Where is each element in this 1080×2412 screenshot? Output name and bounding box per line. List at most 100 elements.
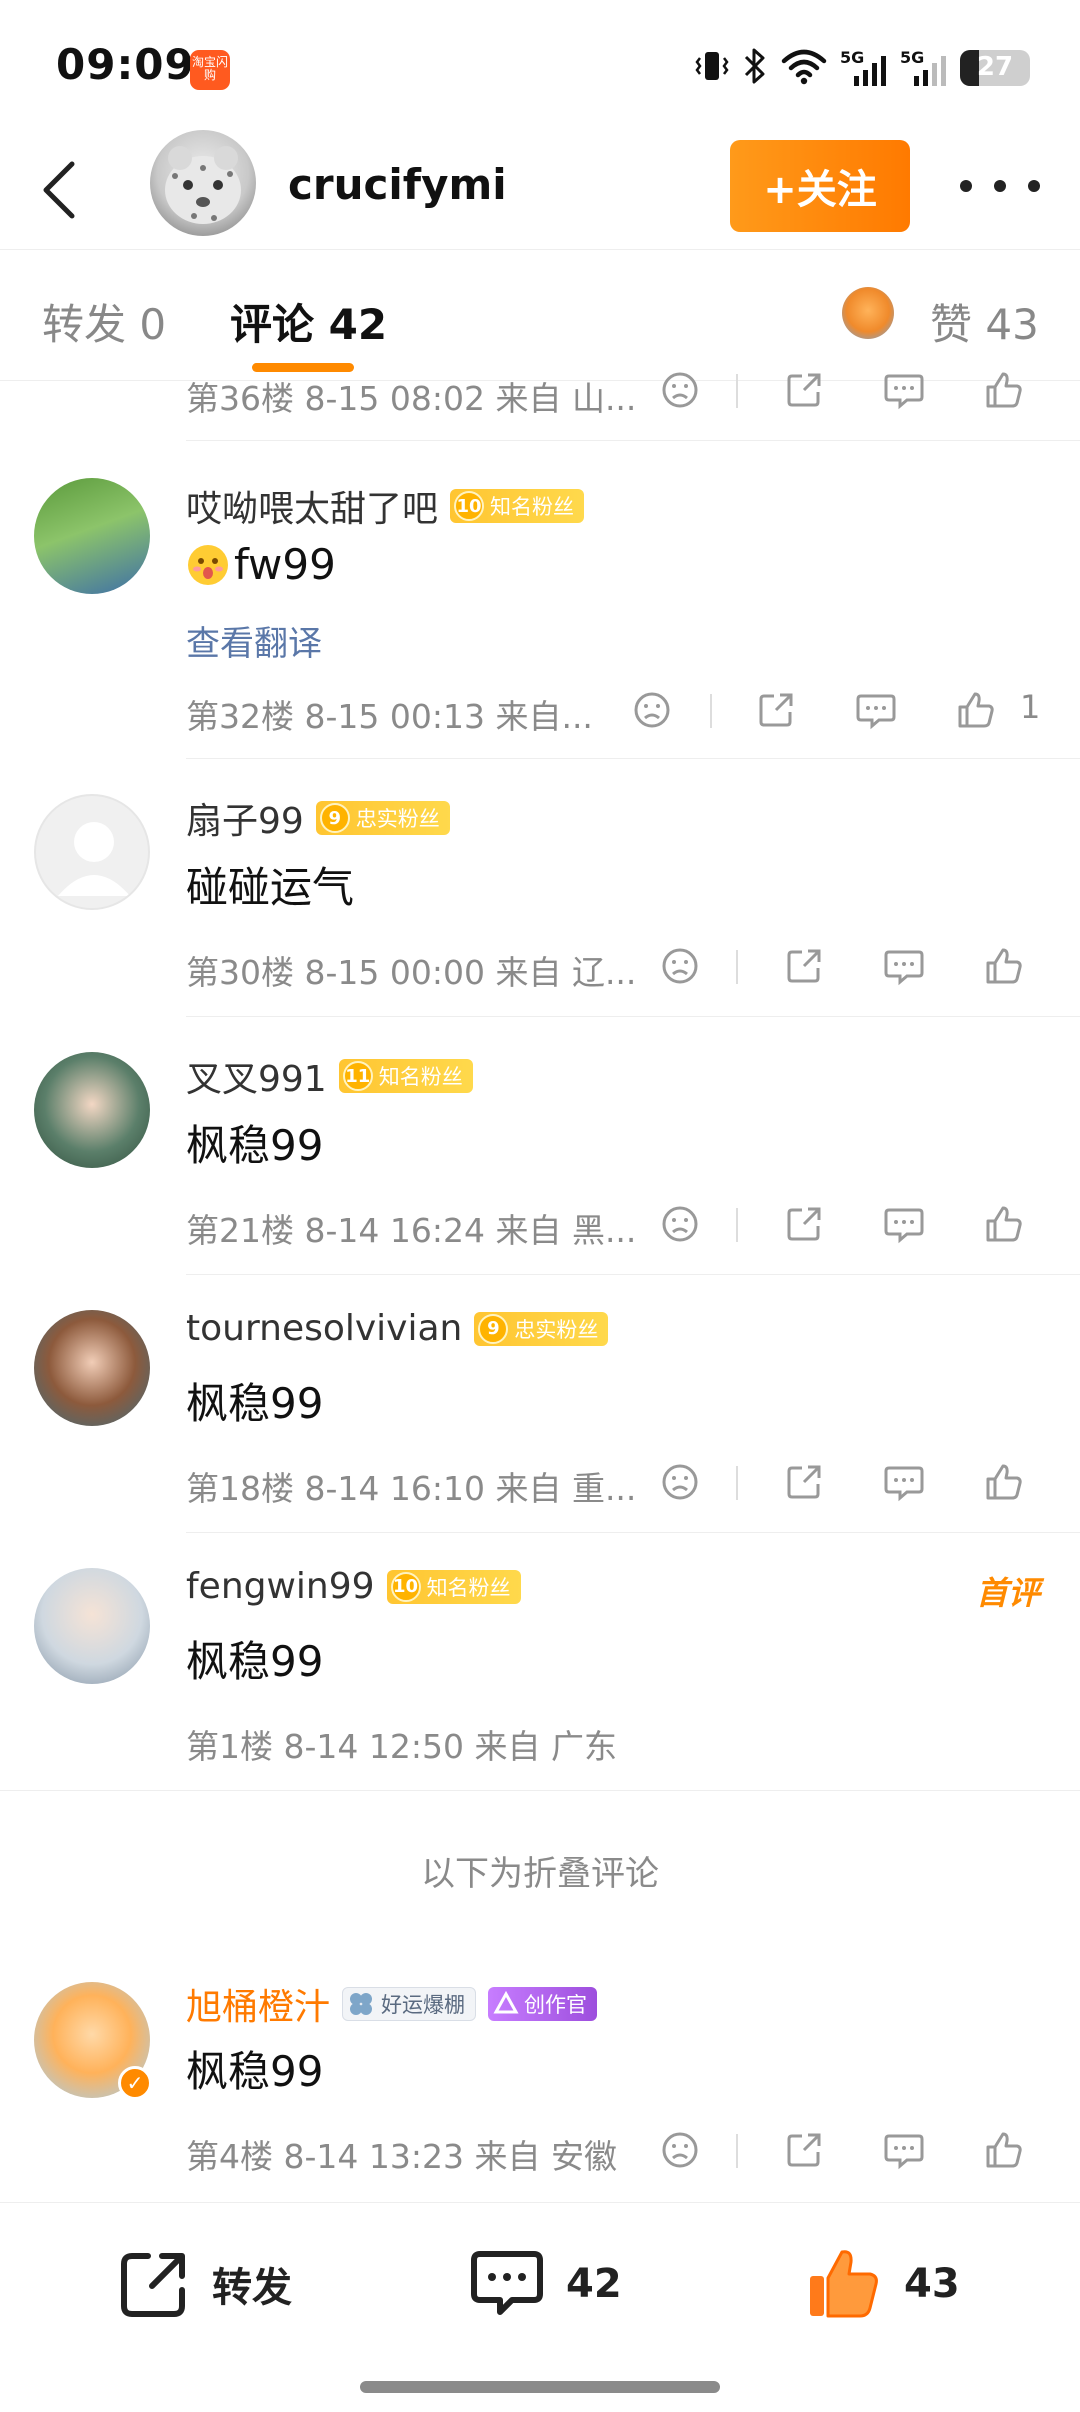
- comment-bubble-icon: [884, 1466, 924, 1502]
- fan-level: 9: [319, 803, 350, 833]
- clover-icon: [350, 1993, 373, 2015]
- comment-text: 枫稳99: [186, 1379, 324, 1428]
- username[interactable]: 叉叉991: [186, 1050, 327, 1102]
- avatar[interactable]: [34, 1310, 150, 1426]
- reply-button[interactable]: [846, 680, 906, 740]
- dislike-button[interactable]: [650, 1452, 710, 1512]
- username[interactable]: 扇子99: [186, 792, 304, 844]
- avatar[interactable]: [150, 130, 256, 236]
- list-item[interactable]: 哎呦喂太甜了吧 10 知名粉丝 fw99 查看翻译 第32楼 8-15 00:13…: [0, 440, 1080, 759]
- username[interactable]: 哎呦喂太甜了吧: [186, 480, 438, 532]
- username[interactable]: 旭桶橙汁: [186, 1978, 330, 2030]
- list-item[interactable]: 叉叉991 11 知名粉丝 枫稳99 第21楼 8-14 16:24 来自 黑..…: [0, 1016, 1080, 1275]
- share-button[interactable]: [774, 1194, 834, 1254]
- dislike-button[interactable]: [650, 360, 710, 420]
- dislike-button[interactable]: [650, 936, 710, 996]
- creator-badge[interactable]: 创作官: [488, 1987, 598, 2021]
- comment-author[interactable]: tournesolvivian 9 忠实粉丝: [186, 1308, 609, 1349]
- divider: [0, 1790, 1080, 1791]
- reply-button[interactable]: [874, 360, 934, 420]
- comment-text: 碰碰运气: [186, 863, 355, 912]
- comment-author[interactable]: 旭桶橙汁 好运爆棚 创作官: [186, 1978, 598, 2030]
- comment-author[interactable]: fengwin99 10 知名粉丝: [186, 1566, 521, 1607]
- share-icon: [787, 2133, 821, 2167]
- like-button[interactable]: [974, 360, 1034, 420]
- avatar[interactable]: ✓: [34, 1982, 152, 2100]
- divider: [710, 694, 712, 728]
- comment-meta: 第4楼 8-14 13:23 来自 安徽: [186, 2137, 617, 2176]
- tab-likes[interactable]: 赞 43: [930, 291, 1039, 352]
- reply-button[interactable]: [874, 1194, 934, 1254]
- share-button[interactable]: [774, 1452, 834, 1512]
- taobao-app-icon: 淘宝闪购: [190, 50, 230, 90]
- like-button[interactable]: [974, 1194, 1034, 1254]
- comment-text: 枫稳99: [186, 1121, 324, 1170]
- back-button[interactable]: [30, 148, 90, 232]
- fan-badge[interactable]: 9 忠实粉丝: [315, 801, 450, 835]
- creator-icon: [493, 1990, 519, 2014]
- like-button[interactable]: [946, 680, 1006, 740]
- fan-badge[interactable]: 10 知名粉丝: [386, 1569, 521, 1604]
- comment-text-content: fw99: [234, 540, 336, 589]
- comment-author[interactable]: 扇子99 9 忠实粉丝: [186, 792, 450, 844]
- share-button[interactable]: [774, 936, 834, 996]
- comment-bubble-icon: [471, 2251, 543, 2315]
- emoji-icon: [188, 544, 228, 585]
- follow-button[interactable]: +关注: [730, 140, 910, 232]
- page-title[interactable]: crucifymi: [288, 160, 507, 209]
- comment-button[interactable]: 42: [468, 2241, 622, 2327]
- dislike-button[interactable]: [650, 2120, 710, 2180]
- fan-level: 10: [454, 491, 485, 521]
- comment-meta: 第1楼 8-14 12:50 来自 广东: [186, 1727, 617, 1766]
- reply-button[interactable]: [874, 936, 934, 996]
- comment-count: 42: [566, 2261, 622, 2307]
- lucky-badge[interactable]: 好运爆棚: [342, 1987, 477, 2021]
- list-item[interactable]: fengwin99 10 知名粉丝 首评 枫稳99 第1楼 8-14 12:50 …: [0, 1532, 1080, 1791]
- comment-meta: 第32楼 8-15 00:13 来自...: [186, 697, 593, 736]
- reply-button[interactable]: [874, 2120, 934, 2180]
- more-options-button[interactable]: [960, 166, 1040, 206]
- comment-actions: [640, 2120, 1080, 2180]
- like-button[interactable]: [974, 1452, 1034, 1512]
- tab-repost[interactable]: 转发 0: [42, 291, 166, 352]
- avatar[interactable]: [34, 478, 150, 594]
- share-button[interactable]: [774, 360, 834, 420]
- fan-badge[interactable]: 9 忠实粉丝: [474, 1311, 609, 1346]
- fan-badge[interactable]: 11 知名粉丝: [338, 1059, 473, 1093]
- reply-button[interactable]: [874, 1452, 934, 1512]
- tab-comments[interactable]: 评论 42: [230, 291, 387, 352]
- list-item[interactable]: tournesolvivian 9 忠实粉丝 枫稳99 第18楼 8-14 16:…: [0, 1274, 1080, 1533]
- username[interactable]: fengwin99: [186, 1566, 375, 1607]
- username[interactable]: tournesolvivian: [186, 1308, 462, 1349]
- divider: [736, 1466, 738, 1500]
- list-item[interactable]: ✓ 旭桶橙汁 好运爆棚 创作官 枫稳99 第4楼 8-14 13:23 来自 安…: [0, 1940, 1080, 2202]
- like-button[interactable]: 43: [804, 2241, 960, 2327]
- divider: [736, 1208, 738, 1242]
- translate-link[interactable]: 查看翻译: [186, 616, 322, 665]
- comment-text: fw99: [186, 540, 336, 589]
- comment-bubble-icon: [884, 374, 924, 410]
- divider: [736, 2134, 738, 2168]
- bottom-action-bar: 转发 42 43: [0, 2202, 1080, 2412]
- folded-comments-label[interactable]: 以下为折叠评论: [0, 1846, 1080, 1895]
- like-button[interactable]: [974, 936, 1034, 996]
- share-button[interactable]: [746, 680, 806, 740]
- dislike-button[interactable]: [650, 1194, 710, 1254]
- liker-avatar[interactable]: [842, 287, 894, 339]
- repost-button[interactable]: 转发: [116, 2241, 292, 2327]
- like-button[interactable]: [974, 2120, 1034, 2180]
- home-indicator[interactable]: [360, 2381, 720, 2393]
- comment-author[interactable]: 哎呦喂太甜了吧 10 知名粉丝: [186, 480, 585, 532]
- avatar[interactable]: [34, 794, 150, 910]
- avatar[interactable]: [34, 1568, 150, 1684]
- dislike-button[interactable]: [622, 680, 682, 740]
- avatar[interactable]: [34, 1052, 150, 1168]
- comment-actions: 1: [634, 680, 1080, 740]
- fan-badge[interactable]: 10 知名粉丝: [450, 489, 585, 523]
- chevron-left-icon: [43, 161, 75, 219]
- share-icon: [787, 949, 821, 983]
- share-button[interactable]: [774, 2120, 834, 2180]
- fan-badge-label: 忠实粉丝: [355, 807, 440, 831]
- list-item[interactable]: 扇子99 9 忠实粉丝 碰碰运气 第30楼 8-15 00:00 来自 辽...: [0, 758, 1080, 1017]
- comment-author[interactable]: 叉叉991 11 知名粉丝: [186, 1050, 473, 1102]
